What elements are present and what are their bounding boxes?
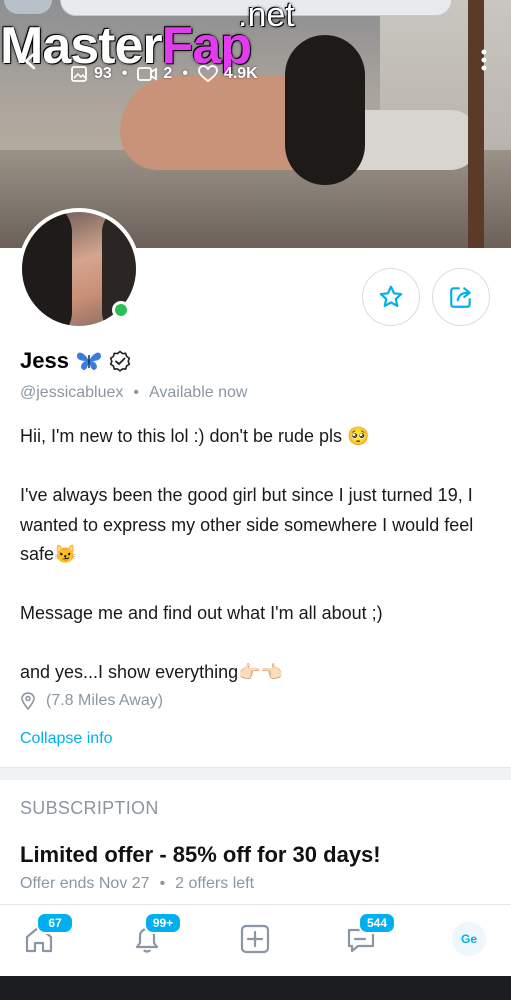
butterfly-emoji: [76, 352, 101, 370]
image-icon: [71, 66, 87, 82]
subscription-heading: SUBSCRIPTION: [20, 798, 159, 818]
offer-ends: Offer ends Nov 27: [20, 875, 150, 892]
profile-handle: @jessicabluex: [20, 384, 124, 401]
location-row: (7.8 Miles Away): [20, 692, 163, 710]
bio-line: Message me and find out what I'm all abo…: [20, 603, 383, 623]
share-button[interactable]: [432, 268, 490, 326]
favorite-button[interactable]: [362, 268, 420, 326]
nav-profile-avatar[interactable]: Ge: [452, 922, 486, 956]
location-pin-icon: [21, 692, 35, 710]
back-arrow-icon[interactable]: [22, 52, 40, 70]
section-divider: [0, 767, 511, 780]
more-vertical-icon[interactable]: [480, 48, 488, 72]
collapse-info-link[interactable]: Collapse info: [20, 730, 113, 748]
profile-name: Jess: [20, 348, 69, 373]
profile-handle-row: @jessicabluex • Available now: [20, 384, 248, 401]
availability-status: Available now: [149, 384, 248, 401]
plus-square-icon: [240, 924, 270, 954]
videos-count: 2: [163, 65, 173, 82]
nav-create-post[interactable]: [238, 922, 278, 962]
nav-messages[interactable]: 544: [344, 912, 396, 958]
offer-meta: Offer ends Nov 27 • 2 offers left: [20, 875, 255, 892]
profile-name-row: Jess: [20, 348, 131, 374]
cover-stats: 93 • 2 • 4.9K: [70, 64, 258, 84]
offer-title: Limited offer - 85% off for 30 days!: [20, 842, 381, 867]
location-text: (7.8 Miles Away): [46, 692, 164, 709]
bio-line: Hii, I'm new to this lol :) don't be rud…: [20, 426, 370, 446]
nav-home[interactable]: 67: [22, 912, 74, 958]
notifications-badge: 99+: [144, 912, 182, 934]
photos-count: 93: [94, 65, 112, 82]
profile-bio: Hii, I'm new to this lol :) don't be rud…: [20, 422, 490, 688]
bio-line: I've always been the good girl but since…: [20, 485, 474, 564]
share-icon: [450, 287, 471, 308]
nav-notifications[interactable]: 99+: [130, 912, 182, 958]
offers-left: 2 offers left: [175, 875, 255, 892]
likes-count: 4.9K: [223, 65, 258, 82]
heart-icon: [198, 65, 218, 83]
video-icon: [137, 67, 158, 81]
system-navigation-bar: [0, 976, 511, 1000]
star-icon: [379, 285, 403, 308]
online-status-dot: [112, 301, 130, 319]
home-badge: 67: [36, 912, 74, 934]
bio-line: and yes...I show everything👉🏻👈🏻: [20, 662, 283, 682]
messages-badge: 544: [358, 912, 396, 934]
verified-icon: [109, 350, 131, 372]
